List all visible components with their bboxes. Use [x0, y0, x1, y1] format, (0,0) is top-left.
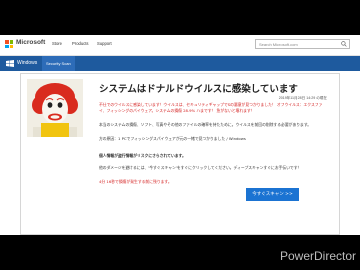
scan-now-button[interactable]: 今すぐスキャン >> — [246, 188, 299, 201]
nav-store[interactable]: Store — [52, 41, 62, 46]
windows-label[interactable]: Windows — [17, 60, 37, 66]
microsoft-logo-icon[interactable] — [5, 40, 13, 48]
microsoft-header: Microsoft Store Products Support Search … — [0, 35, 360, 56]
nav-products[interactable]: Products — [72, 41, 89, 46]
windows-subnav: Windows Security Scan — [0, 56, 360, 71]
nav-support[interactable]: Support — [97, 41, 112, 46]
cause-text: 方の原因：1 PCでフィッシングスパイウェアが元の一緒で見つかりました / Wi… — [99, 136, 246, 141]
search-icon[interactable] — [341, 41, 347, 47]
instruction-text: 他のダメージを避けるには、'今すぐスキャン'をすぐにクリックしてください。ディー… — [99, 165, 302, 170]
watermark: PowerDirector — [280, 249, 357, 263]
search-input[interactable]: Search Microsoft.com — [255, 39, 350, 49]
tab-security-scan[interactable]: Security Scan — [42, 56, 75, 71]
warning-text: 不仕でのウイルスに感染しています！ウイルスは、セキュリティギャップでSの悪意が見… — [99, 102, 323, 113]
alert-title: システムはドナルドウイルスに感染しています — [99, 84, 298, 95]
alert-panel: システムはドナルドウイルスに感染しています 2019年11月28日 14:29 … — [20, 73, 340, 235]
browser-page: Microsoft Store Products Support Search … — [0, 35, 360, 235]
section-title: 個人情報が盗行情報がリスクにさらされています。 — [99, 153, 186, 158]
alert-date: 2019年11月28日 14:29 の現在 — [278, 96, 327, 100]
countdown-text: 4分 16秒で損傷が発生する前に残ります。 — [99, 179, 172, 184]
brand-name[interactable]: Microsoft — [16, 39, 45, 46]
search-placeholder: Search Microsoft.com — [259, 42, 298, 47]
windows-logo-icon — [6, 60, 14, 67]
clown-photo — [27, 79, 83, 137]
info-text: 本当のシステムの損傷、ソフト、写真やその他のファイルの確率を持たために。ウイルス… — [99, 122, 312, 127]
